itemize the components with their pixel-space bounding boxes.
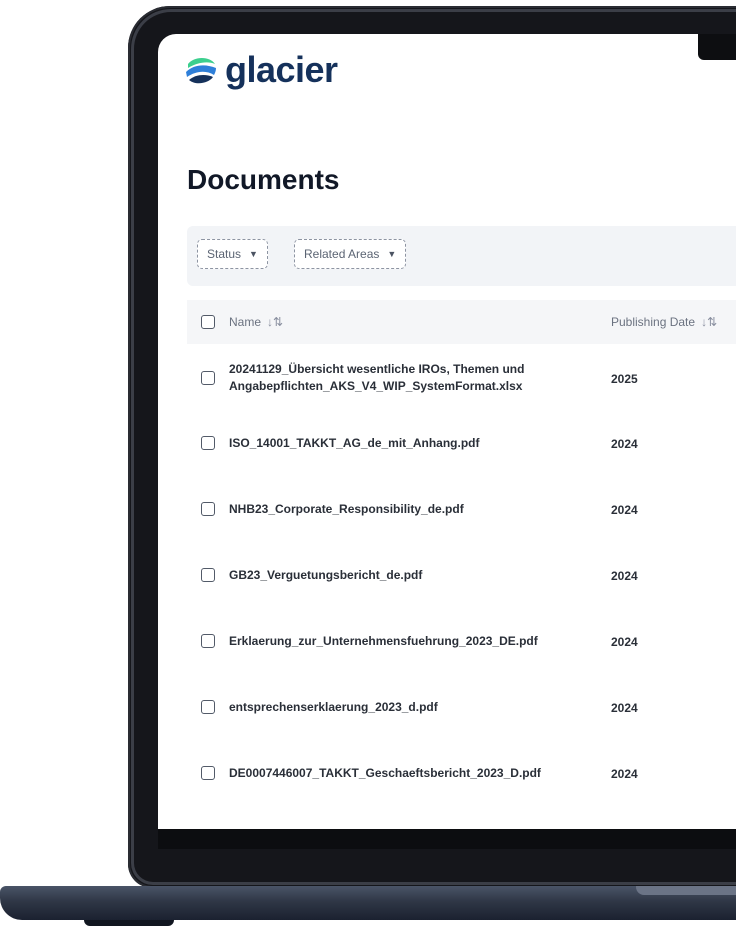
publishing-date: 2024 — [611, 767, 638, 781]
row-checkbox[interactable] — [201, 436, 215, 450]
publishing-date: 2024 — [611, 503, 638, 517]
document-name[interactable]: GB23_Verguetungsbericht_de.pdf — [229, 567, 559, 584]
table-row[interactable]: 20241129_Übersicht wesentliche IROs, The… — [187, 346, 736, 411]
row-checkbox[interactable] — [201, 700, 215, 714]
app-logo[interactable]: glacier — [184, 52, 338, 88]
document-name[interactable]: Erklaerung_zur_Unternehmensfuehrung_2023… — [229, 633, 559, 650]
row-checkbox[interactable] — [201, 371, 215, 385]
publishing-date: 2024 — [611, 635, 638, 649]
laptop-base — [0, 886, 736, 920]
document-name[interactable]: NHB23_Corporate_Responsibility_de.pdf — [229, 501, 559, 518]
row-checkbox[interactable] — [201, 634, 215, 648]
document-name[interactable]: ISO_14001_TAKKT_AG_de_mit_Anhang.pdf — [229, 435, 559, 452]
column-header-name[interactable]: Name ↓⇅ — [229, 315, 283, 329]
document-name[interactable]: entsprechenserklaerung_2023_d.pdf — [229, 699, 559, 716]
column-header-publishing-date[interactable]: Publishing Date ↓⇅ — [611, 315, 717, 329]
table-row[interactable]: GB23_Verguetungsbericht_de.pdf 2024 — [187, 543, 736, 608]
row-checkbox[interactable] — [201, 502, 215, 516]
table-row[interactable]: NHB23_Corporate_Responsibility_de.pdf 20… — [187, 477, 736, 542]
laptop-base-groove — [636, 886, 736, 895]
related-areas-filter-label: Related Areas — [304, 247, 380, 261]
status-filter-button[interactable]: Status ▼ — [197, 239, 268, 269]
document-name[interactable]: 20241129_Übersicht wesentliche IROs, The… — [229, 361, 559, 395]
filter-bar: Status ▼ Related Areas ▼ — [187, 226, 736, 286]
row-checkbox[interactable] — [201, 766, 215, 780]
table-row[interactable]: entsprechenserklaerung_2023_d.pdf 2024 — [187, 675, 736, 740]
app-screen: glacier Documents Status ▼ Related Areas… — [158, 34, 736, 829]
row-checkbox[interactable] — [201, 568, 215, 582]
camera-notch — [698, 34, 736, 60]
table-row[interactable]: DE0007446007_TAKKT_Geschaeftsbericht_202… — [187, 741, 736, 806]
sort-icon[interactable]: ↓⇅ — [701, 315, 717, 329]
chevron-down-icon: ▼ — [387, 249, 397, 259]
status-filter-label: Status — [207, 247, 242, 261]
related-areas-filter-button[interactable]: Related Areas ▼ — [294, 239, 407, 269]
table-row[interactable]: ISO_14001_TAKKT_AG_de_mit_Anhang.pdf 202… — [187, 411, 736, 476]
select-all-checkbox[interactable] — [201, 315, 215, 329]
chevron-down-icon: ▼ — [249, 249, 258, 259]
laptop-foot — [84, 920, 174, 926]
laptop-chin — [158, 829, 736, 849]
publishing-date: 2024 — [611, 701, 638, 715]
table-header: Name ↓⇅ Publishing Date ↓⇅ — [187, 300, 736, 344]
publishing-date: 2024 — [611, 569, 638, 583]
glacier-logo-icon — [185, 54, 217, 86]
sort-icon[interactable]: ↓⇅ — [267, 315, 283, 329]
table-row[interactable]: Erklaerung_zur_Unternehmensfuehrung_2023… — [187, 609, 736, 674]
logo-text: glacier — [225, 49, 338, 90]
document-name[interactable]: DE0007446007_TAKKT_Geschaeftsbericht_202… — [229, 765, 559, 782]
publishing-date: 2025 — [611, 372, 638, 386]
publishing-date: 2024 — [611, 437, 638, 451]
page-title: Documents — [187, 164, 340, 195]
